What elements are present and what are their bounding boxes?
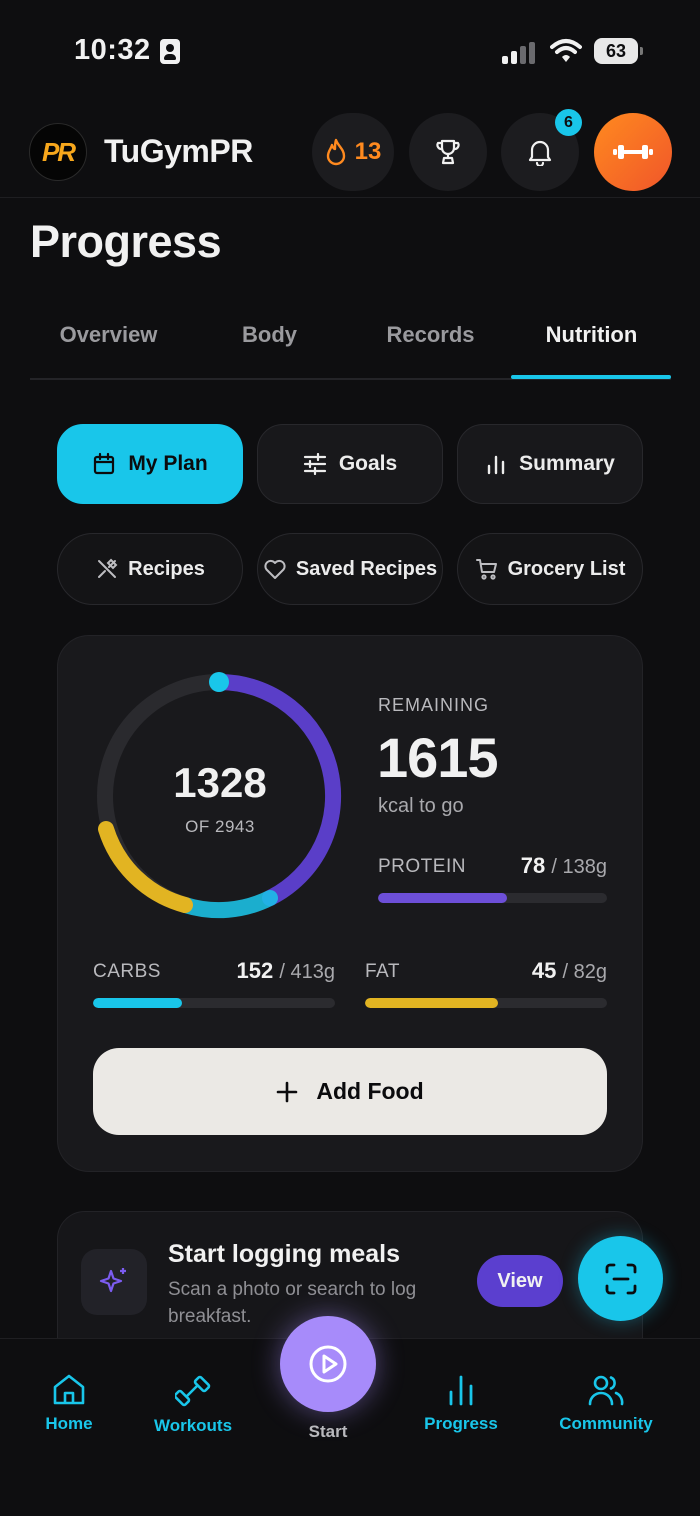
saved-recipes-label: Saved Recipes (295, 557, 438, 580)
remaining-calories: 1615 (377, 726, 499, 789)
bar-chart-icon (449, 1375, 473, 1406)
carbs-progress-bar (93, 998, 335, 1008)
utensils-crossed-icon (98, 558, 118, 578)
streak-button[interactable]: 13 (312, 113, 394, 191)
bell-icon (528, 140, 552, 166)
home-icon (53, 1374, 85, 1405)
grocery-list-button[interactable]: Grocery List (457, 533, 643, 605)
profile-avatar[interactable] (594, 113, 672, 191)
view-button[interactable]: View (477, 1255, 563, 1307)
notification-badge: 6 (555, 109, 582, 136)
tab-overview[interactable]: Overview (28, 322, 189, 348)
signal-icon (502, 42, 538, 64)
logo-text: PR (41, 136, 76, 167)
ring-fat-arc (98, 821, 193, 913)
fat-label: FAT (365, 961, 400, 982)
plus-icon (277, 1081, 298, 1102)
flame-icon (326, 138, 345, 166)
goals-button[interactable]: Goals (257, 424, 443, 504)
scan-food-button[interactable] (578, 1236, 663, 1321)
bar-chart-icon (487, 455, 505, 475)
remaining-label: REMAINING (378, 695, 490, 715)
tab-body[interactable]: Body (189, 322, 350, 348)
fat-progress-fill (365, 998, 498, 1008)
carbs-target: / 413g (279, 961, 335, 983)
nav-progress-label: Progress (424, 1414, 498, 1433)
play-circle-icon (309, 1345, 347, 1383)
nav-community-label: Community (559, 1414, 653, 1433)
calories-target: OF 2943 (185, 817, 255, 836)
app-logo[interactable]: PR (29, 123, 87, 181)
streak-count: 13 (354, 138, 382, 165)
tab-records[interactable]: Records (350, 322, 511, 348)
page-title: Progress (30, 216, 222, 267)
nav-community[interactable]: Community (556, 1374, 656, 1434)
fat-value: 45 / 82g (440, 958, 607, 984)
my-plan-label: My Plan (128, 452, 208, 475)
ring-carbs-arc (177, 890, 278, 919)
summary-button[interactable]: Summary (457, 424, 643, 504)
cart-icon (475, 559, 497, 580)
sliders-icon (303, 453, 326, 475)
recipes-label: Recipes (128, 557, 205, 580)
wifi-icon (550, 39, 582, 62)
fat-progress-bar (365, 998, 607, 1008)
protein-target: / 138g (551, 856, 607, 878)
sparkles-icon (81, 1249, 147, 1315)
nav-progress[interactable]: Progress (421, 1374, 501, 1434)
recipes-button[interactable]: Recipes (57, 533, 243, 605)
tab-active-indicator (511, 375, 671, 379)
protein-progress-bar (378, 893, 607, 903)
dumbbell-icon (175, 1375, 211, 1407)
my-plan-button[interactable]: My Plan (57, 424, 243, 504)
fat-amount: 45 (531, 958, 557, 983)
users-icon (588, 1375, 624, 1406)
add-food-label: Add Food (316, 1078, 424, 1104)
dumbbell-icon (613, 145, 653, 159)
start-label: Start (308, 1422, 348, 1441)
protein-value: 78 / 138g (440, 853, 607, 879)
carbs-progress-fill (93, 998, 183, 1008)
protein-progress-fill (378, 893, 508, 903)
carbs-label: CARBS (93, 961, 161, 982)
header-divider (0, 197, 700, 198)
ring-start-dot (209, 672, 229, 692)
scan-icon (605, 1263, 636, 1294)
trophy-icon (436, 139, 460, 165)
battery-indicator: 63 (594, 38, 643, 64)
trophy-button[interactable] (409, 113, 487, 191)
protein-amount: 78 (520, 853, 546, 878)
nav-workouts[interactable]: Workouts (150, 1374, 236, 1436)
start-workout-button[interactable] (280, 1316, 376, 1412)
logging-title: Start logging meals (168, 1240, 400, 1268)
add-food-button[interactable]: Add Food (93, 1048, 607, 1135)
contact-card-icon (160, 39, 180, 64)
heart-icon (264, 559, 286, 579)
saved-recipes-button[interactable]: Saved Recipes (257, 533, 443, 605)
nav-workouts-label: Workouts (153, 1416, 233, 1435)
remaining-unit: kcal to go (378, 795, 464, 817)
brand-name: TuGymPR (104, 133, 253, 169)
calories-consumed: 1328 (173, 759, 267, 806)
status-time: 10:32 (74, 34, 151, 66)
nav-home[interactable]: Home (40, 1374, 98, 1434)
calendar-icon (94, 452, 115, 475)
tab-nutrition[interactable]: Nutrition (511, 322, 672, 348)
fat-target: / 82g (562, 961, 607, 983)
carbs-value: 152 / 413g (170, 958, 335, 984)
grocery-list-label: Grocery List (507, 557, 626, 580)
goals-label: Goals (338, 452, 398, 475)
summary-label: Summary (519, 452, 615, 475)
nav-home-label: Home (45, 1414, 93, 1433)
carbs-amount: 152 (236, 958, 274, 983)
